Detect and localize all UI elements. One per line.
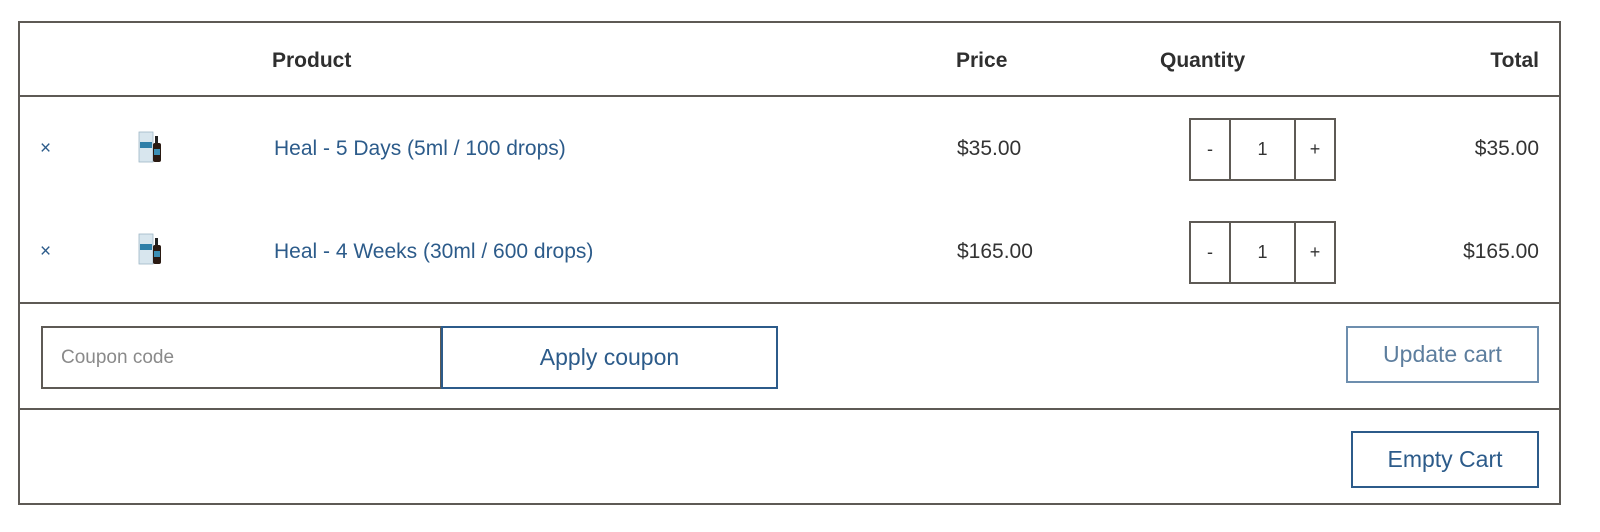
empty-cart-button[interactable]: Empty Cart [1351,431,1539,488]
quantity-decrease-button[interactable]: - [1191,223,1229,282]
apply-coupon-button[interactable]: Apply coupon [441,326,778,389]
remove-item-button[interactable]: × [40,242,51,262]
quantity-stepper[interactable]: - 1 + [1189,118,1336,181]
quantity-stepper[interactable]: - 1 + [1189,221,1336,284]
product-link[interactable]: Heal - 5 Days (5ml / 100 drops) [274,136,566,162]
product-total: $165.00 [1463,240,1539,263]
product-price: $35.00 [957,137,1022,160]
header-product: Product [272,49,352,72]
quantity-increase-button[interactable]: + [1296,120,1334,179]
quantity-decrease-button[interactable]: - [1191,120,1229,179]
quantity-input[interactable]: 1 [1229,223,1296,282]
product-total: $35.00 [1474,137,1539,160]
actions-divider [20,408,1559,410]
rows-divider [20,302,1559,304]
cart-table: Product Price Quantity Total × Heal - 5 … [18,21,1561,505]
quantity-input[interactable]: 1 [1229,120,1296,179]
header-price: Price [956,49,1008,72]
header-quantity: Quantity [1160,49,1246,72]
product-link[interactable]: Heal - 4 Weeks (30ml / 600 drops) [274,239,593,265]
product-bottle-icon [138,131,161,163]
coupon-code-input[interactable] [41,326,442,389]
remove-item-button[interactable]: × [40,139,51,159]
header-divider [20,95,1559,97]
update-cart-button[interactable]: Update cart [1346,326,1539,383]
product-price: $165.00 [957,240,1033,263]
header-total: Total [1490,49,1539,72]
product-bottle-icon [138,233,161,265]
quantity-increase-button[interactable]: + [1296,223,1334,282]
